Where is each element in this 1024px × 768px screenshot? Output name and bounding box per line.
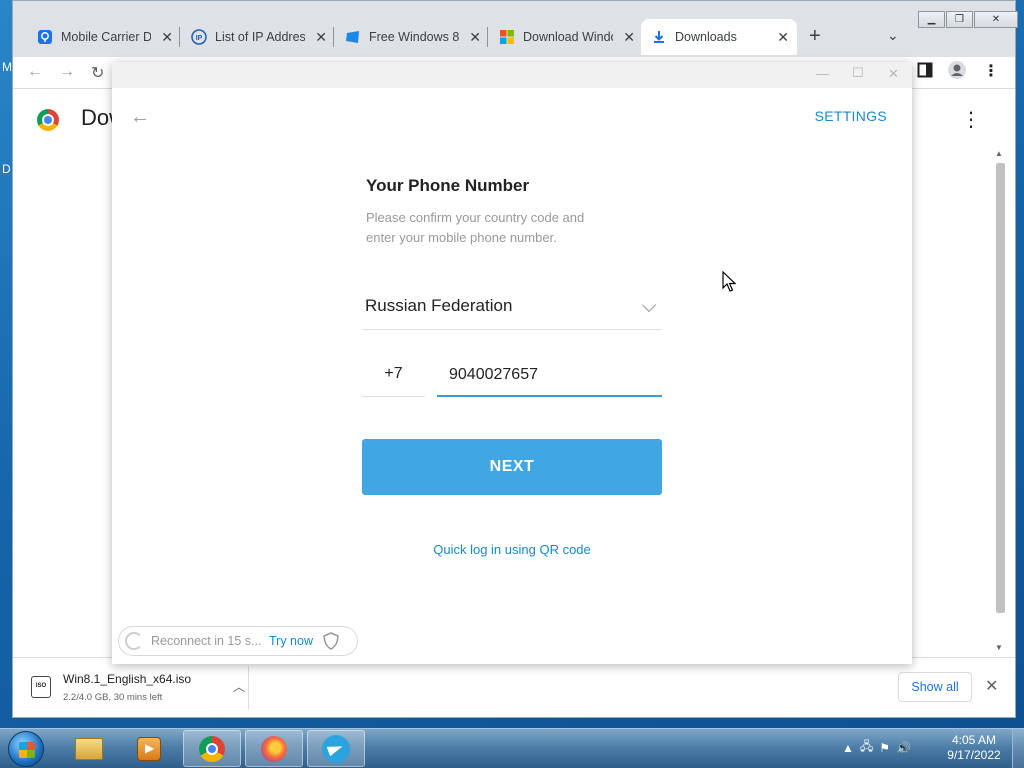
side-panel-icon[interactable] (917, 62, 933, 83)
close-tab-icon[interactable]: ✕ (623, 29, 635, 46)
ip-icon: IP (191, 29, 207, 45)
connection-status-pill: Reconnect in 15 s... Try now (118, 626, 358, 656)
scroll-thumb[interactable] (996, 163, 1005, 613)
country-select[interactable]: Russian Federation (362, 286, 662, 330)
tab-free-windows[interactable]: Free Windows 8 ✕ (335, 19, 489, 55)
taskbar-media-player[interactable] (120, 730, 178, 767)
tab-title: Downloads (675, 30, 737, 44)
country-code-field[interactable]: +7 (362, 354, 425, 397)
folder-icon (75, 737, 103, 760)
back-arrow-icon[interactable]: ← (130, 106, 150, 129)
iso-file-icon: ISO (31, 676, 51, 698)
system-clock[interactable]: 4:05 AM 9/17/2022 (944, 733, 1004, 763)
tab-divider (333, 27, 334, 47)
location-pin-icon (37, 29, 53, 45)
maximize-icon[interactable]: ❐ (946, 11, 973, 28)
close-icon[interactable]: ✕ (888, 66, 899, 82)
minimize-icon[interactable]: ▁ (918, 11, 945, 28)
taskbar-firefox[interactable] (245, 730, 303, 767)
try-now-link[interactable]: Try now (269, 634, 313, 648)
windows-blue-icon (345, 29, 361, 45)
close-tab-icon[interactable]: ✕ (161, 29, 173, 46)
clock-time: 4:05 AM (951, 733, 997, 747)
download-filename: Win8.1_English_x64.iso (63, 672, 192, 686)
svg-text:IP: IP (196, 35, 203, 42)
maximize-icon[interactable]: ☐ (852, 65, 864, 81)
microsoft-logo-icon (499, 29, 515, 45)
tab-downloads[interactable]: Downloads ✕ (641, 19, 797, 55)
start-button[interactable] (8, 731, 44, 767)
download-item[interactable]: ISO Win8.1_English_x64.iso 2.2/4.0 GB, 3… (27, 666, 249, 710)
scroll-up-icon[interactable]: ▲ (995, 149, 1003, 158)
page-scrollbar[interactable]: ▲ ▼ (993, 149, 1007, 657)
desktop-icon-label[interactable]: M (2, 60, 12, 74)
loading-spinner-icon (125, 632, 143, 650)
reconnect-text: Reconnect in 15 s... (151, 634, 262, 648)
telegram-titlebar: — ☐ ✕ (112, 62, 912, 88)
telegram-icon (322, 734, 350, 763)
country-name: Russian Federation (365, 296, 513, 315)
tab-title: Free Windows 8 (369, 30, 459, 44)
network-icon[interactable]: 🖧 (860, 737, 873, 758)
phone-number-input[interactable] (437, 354, 662, 397)
taskbar-telegram[interactable] (307, 730, 365, 767)
browser-menu-icon[interactable]: ⋮ (983, 61, 999, 81)
qr-login-link[interactable]: Quick log in using QR code (362, 542, 662, 557)
scroll-down-icon[interactable]: ▼ (995, 643, 1003, 652)
show-desktop-button[interactable] (1012, 729, 1024, 768)
tab-ip-addresses[interactable]: IP List of IP Addresses ✕ (181, 19, 335, 55)
next-button[interactable]: NEXT (362, 439, 662, 495)
telegram-window: — ☐ ✕ ← SETTINGS Your Phone Number Pleas… (112, 62, 912, 664)
more-options-icon[interactable]: ⋮ (961, 107, 981, 132)
desktop-icon-label[interactable]: D (2, 162, 11, 176)
chrome-logo-icon (37, 109, 59, 131)
close-icon[interactable]: ✕ (985, 676, 998, 696)
clock-date: 9/17/2022 (947, 748, 1001, 762)
new-tab-button[interactable]: + (809, 25, 821, 48)
tab-title: List of IP Addresses (215, 30, 305, 44)
settings-button[interactable]: SETTINGS (815, 108, 887, 124)
show-all-button[interactable]: Show all (898, 672, 972, 702)
chevron-down-icon[interactable]: ⌄ (887, 27, 899, 44)
chrome-icon (199, 735, 225, 762)
tab-divider (487, 27, 488, 47)
tab-title: Mobile Carrier Detector (61, 30, 151, 44)
download-icon (651, 29, 667, 45)
taskbar-file-explorer[interactable] (60, 730, 118, 767)
tab-divider (179, 27, 180, 47)
tab-title: Download Windows (523, 30, 613, 44)
close-tab-icon[interactable]: ✕ (469, 29, 481, 46)
back-arrow-icon[interactable]: ← (27, 63, 43, 81)
reload-icon[interactable]: ↻ (91, 63, 104, 83)
media-player-icon (137, 736, 161, 761)
volume-icon[interactable]: 🔊 (896, 741, 911, 755)
taskbar-chrome[interactable] (183, 730, 241, 767)
close-icon[interactable]: ✕ (974, 11, 1018, 28)
forward-arrow-icon[interactable]: → (59, 63, 75, 81)
show-hidden-icons-icon[interactable]: ▲ (842, 741, 854, 755)
chevron-up-icon[interactable]: ︿ (233, 678, 245, 695)
tab-download-windows[interactable]: Download Windows ✕ (489, 19, 643, 55)
profile-avatar-icon[interactable] (947, 60, 967, 85)
system-tray: ▲ 🖧 ⚑ 🔊 (842, 737, 911, 758)
download-status: 2.2/4.0 GB, 30 mins left (63, 692, 163, 703)
close-tab-icon[interactable]: ✕ (777, 29, 789, 46)
minimize-icon[interactable]: — (816, 66, 829, 81)
tab-mobile-carrier[interactable]: Mobile Carrier Detector ✕ (27, 19, 181, 55)
shield-icon[interactable] (323, 632, 339, 650)
window-controls: ▁ ❐ ✕ (917, 11, 1018, 28)
tab-strip: Mobile Carrier Detector ✕ IP List of IP … (13, 1, 1018, 57)
chevron-down-icon (641, 297, 657, 313)
action-center-icon[interactable]: ⚑ (879, 741, 890, 755)
instructions-text: Please confirm your country code and ent… (366, 210, 585, 245)
firefox-icon (261, 735, 287, 762)
close-tab-icon[interactable]: ✕ (315, 29, 327, 46)
taskbar: ▲ 🖧 ⚑ 🔊 4:05 AM 9/17/2022 (0, 728, 1024, 768)
page-title: Your Phone Number (366, 176, 530, 195)
download-bar: ISO Win8.1_English_x64.iso 2.2/4.0 GB, 3… (13, 657, 1015, 717)
